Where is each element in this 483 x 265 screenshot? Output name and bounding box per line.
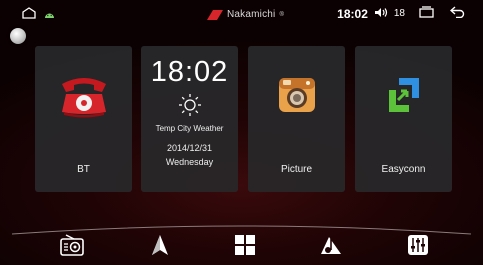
equalizer-icon[interactable] <box>405 232 431 258</box>
camera-icon <box>277 74 317 119</box>
red-telephone-icon <box>56 70 112 123</box>
radio-icon[interactable] <box>59 232 85 258</box>
apps-grid-icon[interactable] <box>232 232 258 258</box>
easyconn-icon <box>385 76 423 119</box>
recent-apps-icon[interactable] <box>419 6 434 21</box>
home-outline-icon[interactable] <box>22 6 36 24</box>
nakamichi-logo-icon <box>207 9 223 20</box>
status-right: 18:02 18 <box>337 6 465 21</box>
bt-tile[interactable]: BT <box>35 46 132 192</box>
music-icon[interactable] <box>318 232 344 258</box>
easyconn-tile[interactable]: Easyconn <box>355 46 452 192</box>
android-notification-icon <box>44 6 55 24</box>
picture-tile[interactable]: Picture <box>248 46 345 192</box>
status-bar: Nakamichi ® 18:02 18 <box>0 0 483 28</box>
sun-icon <box>178 93 202 122</box>
speaker-icon[interactable] <box>374 7 388 21</box>
weekday-text: Wednesday <box>165 157 214 167</box>
volume-level: 18 <box>393 8 405 19</box>
clock-time: 18:02 <box>150 56 229 88</box>
weather-city: Temp City Weather <box>155 124 224 133</box>
floating-assistive-button[interactable] <box>10 28 26 44</box>
navigation-icon[interactable] <box>147 232 173 258</box>
bottom-dock <box>0 220 483 265</box>
picture-label: Picture <box>280 164 313 175</box>
bt-label: BT <box>77 164 90 175</box>
easyconn-label: Easyconn <box>381 164 426 175</box>
brand-registered-mark: ® <box>279 11 285 18</box>
brand-logo: Nakamichi ® <box>207 9 284 20</box>
status-time: 18:02 <box>337 6 368 21</box>
clock-weather-tile[interactable]: 18:02 Temp City Weather 2014/12/31 Wedne… <box>141 46 238 192</box>
date-text: 2014/12/31 <box>166 143 213 153</box>
status-left <box>22 6 55 24</box>
brand-name: Nakamichi <box>227 9 276 20</box>
back-arrow-icon[interactable] <box>449 6 465 21</box>
